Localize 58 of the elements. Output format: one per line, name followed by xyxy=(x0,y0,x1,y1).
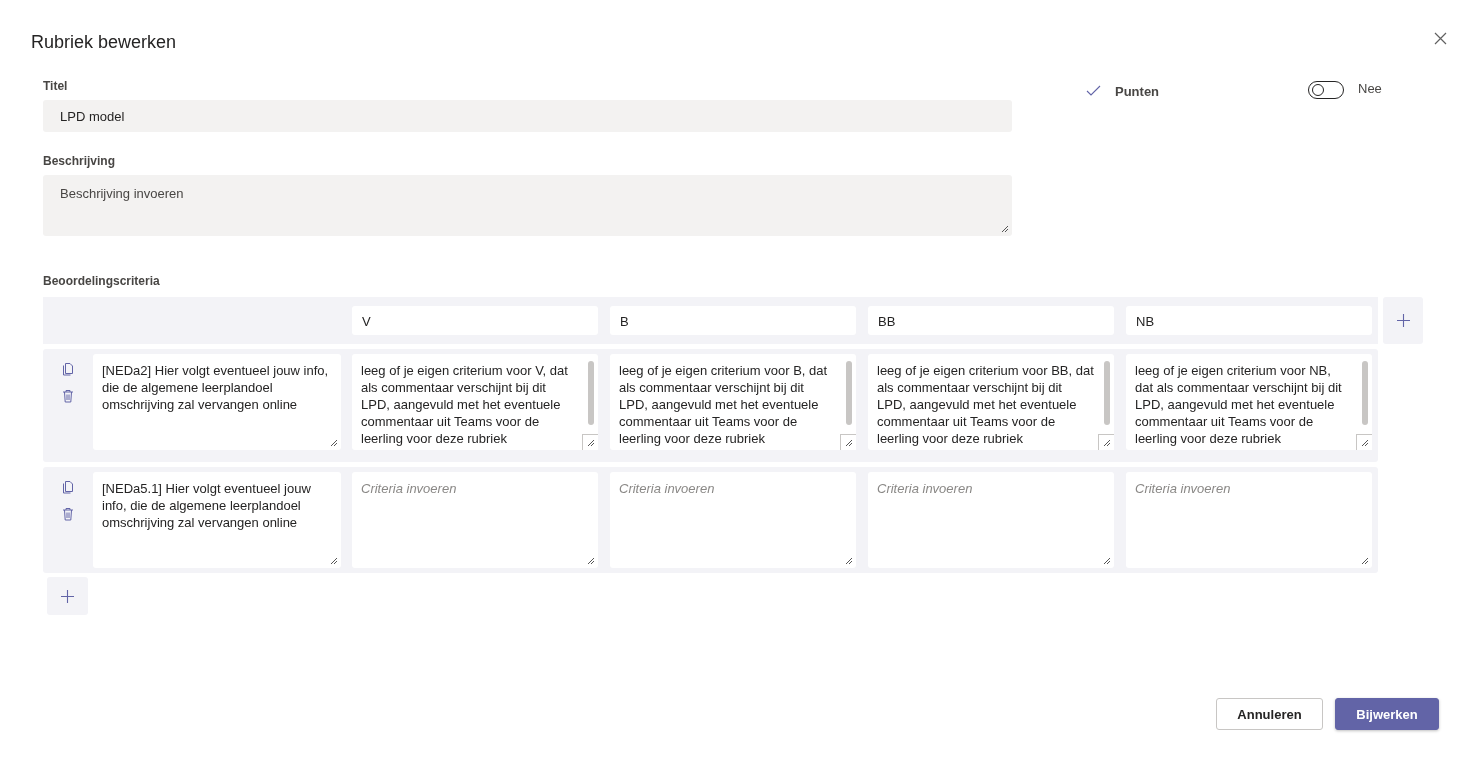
text-area[interactable]: leeg of je eigen criterium voor BB, dat als commentaar verschijnt bij dit LPD, aangevuld met het eventuele commentaar uit Teams voor de leerling voor deze rubriek xyxy=(868,354,1114,450)
scrollbar-thumb[interactable] xyxy=(846,361,852,425)
resize-grip-icon[interactable] xyxy=(1103,557,1111,565)
text-area[interactable]: [NEDa2] Hier volgt eventueel jouw info, die de algemene leerplandoel omschrijving zal vervangen online xyxy=(93,354,341,450)
trash-icon[interactable] xyxy=(62,389,74,403)
copy-icon[interactable] xyxy=(62,480,74,494)
scrollbar-thumb[interactable] xyxy=(588,361,594,425)
resize-grip-icon[interactable] xyxy=(587,557,595,565)
resize-grip-icon[interactable] xyxy=(1361,439,1369,447)
text-area-text: leeg of je eigen criterium voor B, dat als commentaar verschijnt bij dit LPD, aangevuld met het eventuele commentaar uit Teams voor de leerling voor deze rubriek xyxy=(619,363,828,446)
resize-grip-icon[interactable] xyxy=(330,557,338,565)
resize-grip-icon[interactable] xyxy=(845,439,853,447)
trash-icon[interactable] xyxy=(62,507,74,521)
checkmark-icon xyxy=(1086,84,1101,96)
text-area[interactable]: Criteria invoeren xyxy=(352,472,598,568)
placeholder-text: Criteria invoeren xyxy=(877,481,973,496)
text-area-text: leeg of je eigen criterium voor BB, dat als commentaar verschijnt bij dit LPD, aangevuld met het eventuele commentaar uit Teams voor de leerling voor deze rubriek xyxy=(877,363,1094,446)
text-area-text: leeg of je eigen criterium voor V, dat als commentaar verschijnt bij dit LPD, aangevuld met het eventuele commentaar uit Teams voor de leerling voor deze rubriek xyxy=(361,363,568,446)
section-label: Beoordelingscriteria xyxy=(43,274,161,288)
scrollbar-thumb[interactable] xyxy=(1104,361,1110,425)
toggle-state-label: Nee xyxy=(1358,80,1382,96)
resize-grip-icon[interactable] xyxy=(587,439,595,447)
level-name-input[interactable]: NB xyxy=(1126,306,1372,335)
close-icon[interactable] xyxy=(1434,32,1447,45)
resize-grip-icon[interactable] xyxy=(330,439,338,447)
placeholder-text: Criteria invoeren xyxy=(361,481,457,496)
text-area[interactable]: Criteria invoeren xyxy=(868,472,1114,568)
description-field[interactable]: Beschrijving invoeren xyxy=(43,175,1012,236)
placeholder-text: Criteria invoeren xyxy=(619,481,715,496)
points-toggle[interactable] xyxy=(1308,81,1344,99)
field-label: Titel xyxy=(43,79,69,93)
text-area[interactable]: [NEDa5.1] Hier volgt eventueel jouw info, die de algemene leerplandoel omschrijving zal vervangen online xyxy=(93,472,341,568)
text-area[interactable]: leeg of je eigen criterium voor V, dat als commentaar verschijnt bij dit LPD, aangevuld met het eventuele commentaar uit Teams voor de leerling voor deze rubriek xyxy=(352,354,598,450)
cancel-button[interactable]: Annuleren xyxy=(1216,698,1323,730)
plus-icon xyxy=(1396,314,1410,327)
dialog-title: Rubriek bewerken xyxy=(31,32,177,53)
copy-icon[interactable] xyxy=(62,362,74,376)
level-name-input[interactable]: B xyxy=(610,306,856,335)
level-name-input[interactable]: V xyxy=(352,306,598,335)
resize-grip-icon[interactable] xyxy=(1103,439,1111,447)
resize-grip-icon[interactable] xyxy=(845,557,853,565)
text-area-text: [NEDa5.1] Hier volgt eventueel jouw info, die de algemene leerplandoel omschrijving zal vervangen online xyxy=(102,481,311,530)
points-label: Punten xyxy=(1115,83,1161,99)
level-name-input[interactable]: BB xyxy=(868,306,1114,335)
text-area-text: [NEDa2] Hier volgt eventueel jouw info, die de algemene leerplandoel omschrijving zal vervangen online xyxy=(102,363,329,412)
field-label: Beschrijving xyxy=(43,154,117,168)
text-area[interactable]: Criteria invoeren xyxy=(610,472,856,568)
text-area[interactable]: leeg of je eigen criterium voor B, dat als commentaar verschijnt bij dit LPD, aangevuld met het eventuele commentaar uit Teams voor de leerling voor deze rubriek xyxy=(610,354,856,450)
resize-grip-icon[interactable] xyxy=(1001,225,1009,233)
text-area[interactable]: Criteria invoeren xyxy=(1126,472,1372,568)
placeholder-text: Criteria invoeren xyxy=(1135,481,1231,496)
plus-icon xyxy=(61,589,74,603)
text-area[interactable]: leeg of je eigen criterium voor NB, dat als commentaar verschijnt bij dit LPD, aangevuld met het eventuele commentaar uit Teams voor de leerling voor deze rubriek xyxy=(1126,354,1372,450)
title-input[interactable]: LPD model xyxy=(43,100,1012,132)
text-area-text: leeg of je eigen criterium voor NB, dat als commentaar verschijnt bij dit LPD, aangevuld met het eventuele commentaar uit Teams voor de leerling voor deze rubriek xyxy=(1135,363,1342,446)
scrollbar-thumb[interactable] xyxy=(1362,361,1368,425)
resize-grip-icon[interactable] xyxy=(1361,557,1369,565)
update-button[interactable]: Bijwerken xyxy=(1335,698,1439,730)
